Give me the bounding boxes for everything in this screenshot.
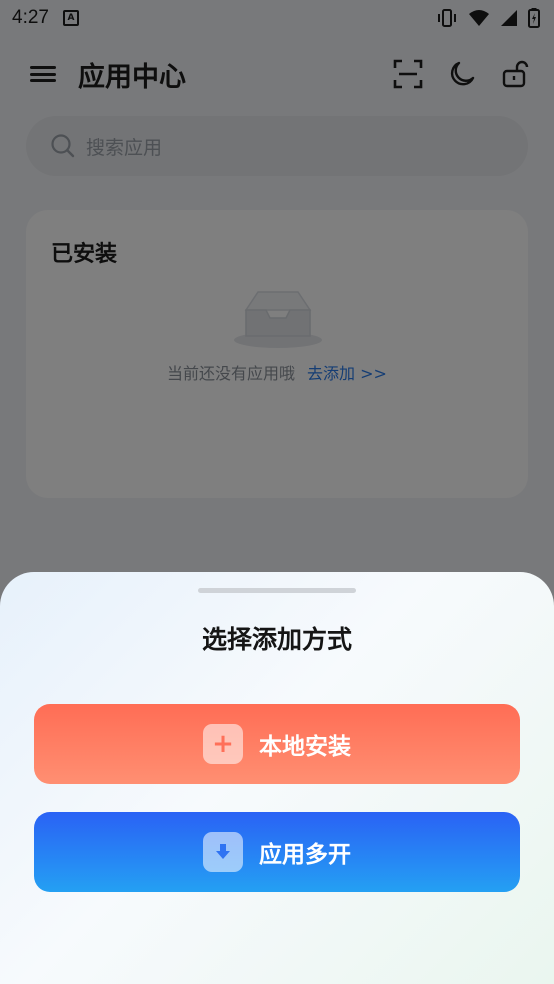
local-install-button[interactable]: + 本地安装 [34,704,520,784]
sheet-title: 选择添加方式 [201,625,352,654]
app-clone-button[interactable]: 应用多开 [34,812,520,892]
add-method-sheet: 选择添加方式 + 本地安装 应用多开 [0,572,554,984]
plus-icon: + [203,724,243,764]
sheet-drag-handle[interactable] [198,588,356,593]
download-icon [203,832,243,872]
local-install-label: 本地安装 [259,734,351,760]
app-clone-label: 应用多开 [259,842,351,868]
